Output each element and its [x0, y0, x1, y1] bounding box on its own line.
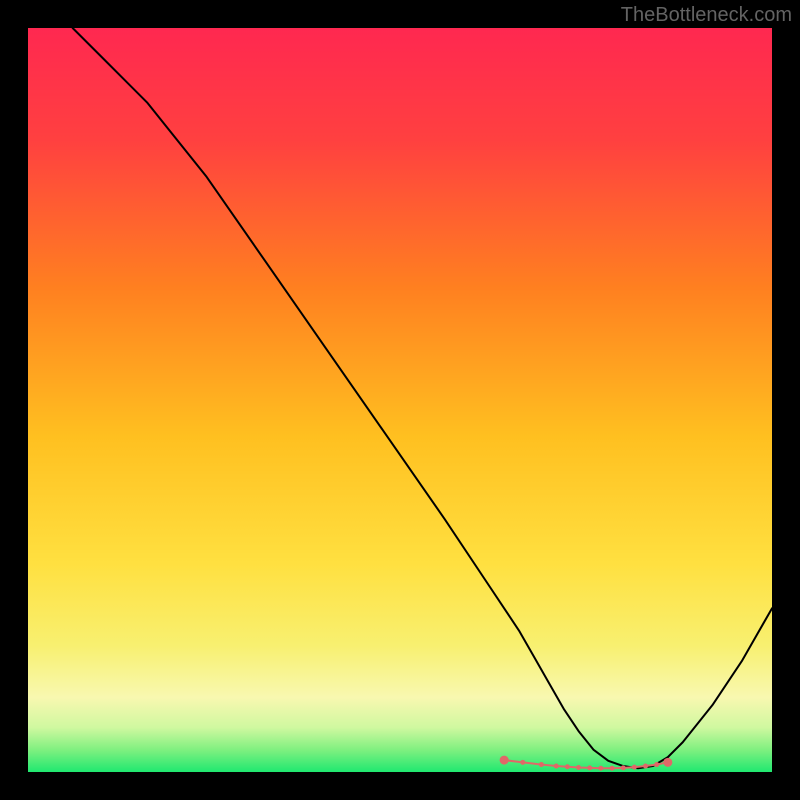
plot-area	[28, 28, 772, 772]
marker-dot	[500, 756, 509, 765]
marker-dot	[632, 765, 637, 770]
marker-dot	[621, 765, 626, 770]
marker-dot	[654, 762, 659, 767]
marker-dot	[610, 766, 615, 771]
plot-svg	[28, 28, 772, 772]
marker-dot	[520, 760, 525, 765]
marker-dot	[565, 764, 570, 769]
marker-dot	[598, 766, 603, 771]
marker-dot	[643, 764, 648, 769]
chart-container: TheBottleneck.com	[0, 0, 800, 800]
marker-dot	[663, 758, 672, 767]
marker-dot	[539, 762, 544, 767]
marker-dot	[576, 765, 581, 770]
gradient-background	[28, 28, 772, 772]
marker-dot	[587, 765, 592, 770]
watermark-text: TheBottleneck.com	[621, 4, 792, 27]
marker-dot	[554, 764, 559, 769]
